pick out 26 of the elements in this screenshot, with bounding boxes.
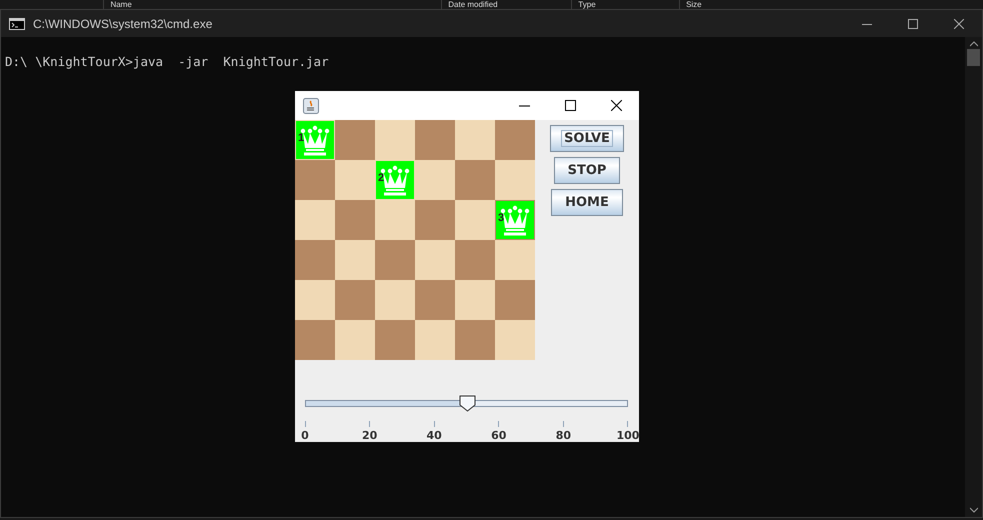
action-button[interactable]: SOLVE: [550, 125, 624, 152]
close-icon: [610, 100, 622, 111]
close-icon: [954, 18, 964, 28]
console-line: D:\ \KnightTourX>java -jar KnightTour.jar: [5, 53, 330, 71]
action-button[interactable]: STOP: [554, 157, 620, 184]
tick-label: 100: [616, 429, 640, 442]
slider-thumb[interactable]: [458, 395, 476, 412]
scroll-thumb[interactable]: [967, 49, 980, 66]
scroll-down-icon[interactable]: [970, 507, 978, 513]
scroll-up-icon[interactable]: [970, 41, 978, 47]
tick-label: 20: [362, 429, 378, 442]
console-app-icon: [9, 18, 25, 30]
tick-label: 60: [491, 429, 506, 442]
slider[interactable]: [305, 395, 628, 412]
maximize-icon: [564, 100, 576, 111]
queen-number: 1: [298, 132, 304, 144]
action-button[interactable]: HOME: [551, 189, 623, 216]
maximize-icon: [908, 18, 918, 28]
java-cup-icon: [303, 98, 319, 114]
tick-label: 40: [426, 429, 442, 442]
tick-label: 0: [301, 429, 309, 442]
queen-number: 3: [498, 212, 504, 224]
window-title: C:\WINDOWS\system32\cmd.exe: [33, 16, 212, 30]
scrollbar[interactable]: [965, 37, 982, 517]
queen-number: 2: [378, 172, 384, 184]
tick-label: 80: [556, 429, 572, 442]
